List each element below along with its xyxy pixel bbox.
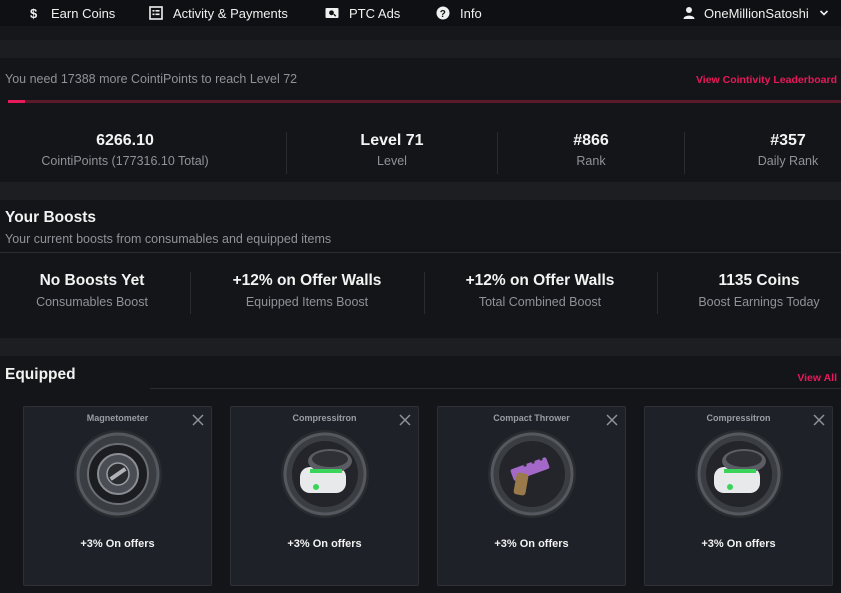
spacer-band: [0, 338, 841, 356]
boosts-subtitle: Your current boosts from consumables and…: [5, 232, 332, 246]
level-progress-bar: [8, 100, 841, 103]
nav-ptc-ads-label: PTC Ads: [349, 5, 401, 21]
question-icon: ?: [436, 6, 450, 20]
equipped-item-card[interactable]: Compact Thrower +3% On offers: [437, 406, 626, 586]
chevron-down-icon: [819, 10, 828, 16]
view-all-link[interactable]: View All: [797, 372, 837, 384]
item-name: Compressitron: [292, 413, 357, 423]
compact-thrower-icon: [487, 429, 577, 519]
stat-value: #866: [573, 132, 609, 149]
stat-value: #357: [770, 132, 806, 149]
top-navbar: $ Earn Coins Activity & Payments PTC Ads…: [0, 0, 841, 26]
svg-text:$: $: [30, 6, 38, 20]
boost-value: 1135 Coins: [718, 272, 800, 289]
nav-activity-payments[interactable]: Activity & Payments: [149, 0, 288, 26]
level-progress-fill: [8, 100, 25, 103]
item-effect: +3% On offers: [287, 538, 362, 550]
nav-ptc-ads[interactable]: PTC Ads: [325, 0, 400, 26]
boost-consumables: No Boosts Yet Consumables Boost: [2, 272, 182, 309]
stat-label: Daily Rank: [757, 154, 819, 168]
boost-label: Equipped Items Boost: [245, 295, 369, 309]
stat-label: CointiPoints (177316.10 Total): [41, 154, 209, 168]
compressitron-icon: [280, 429, 370, 519]
divider: [286, 132, 287, 174]
equipped-item-card[interactable]: Compressitron +3% On offers: [644, 406, 833, 586]
username: OneMillionSatoshi: [704, 5, 809, 21]
stat-daily-rank: #357 Daily Rank: [718, 132, 841, 168]
boost-total: +12% on Offer Walls Total Combined Boost: [440, 272, 640, 309]
divider: [190, 272, 191, 314]
equipped-item-card[interactable]: Magnetometer +3% On offers: [23, 406, 212, 586]
svg-text:?: ?: [440, 9, 446, 20]
spacer-band: [0, 40, 841, 58]
stat-label: Level: [377, 154, 407, 168]
close-icon[interactable]: [191, 413, 205, 427]
stat-cointipoints: 6266.10 CointiPoints (177316.10 Total): [25, 132, 225, 168]
equipped-item-card[interactable]: Compressitron +3% On offers: [230, 406, 419, 586]
item-effect: +3% On offers: [494, 538, 569, 550]
close-icon[interactable]: [812, 413, 826, 427]
leaderboard-link[interactable]: View Cointivity Leaderboard: [696, 74, 837, 86]
item-effect: +3% On offers: [701, 538, 776, 550]
divider: [497, 132, 498, 174]
equipped-section: Equipped View All Magnetometer +3% On of…: [0, 356, 841, 593]
boost-value: No Boosts Yet: [39, 272, 145, 289]
nav-earn-coins[interactable]: $ Earn Coins: [27, 0, 115, 26]
divider: [684, 132, 685, 174]
boost-equipped: +12% on Offer Walls Equipped Items Boost: [207, 272, 407, 309]
spacer-band: [0, 182, 841, 200]
magnetometer-icon: [73, 429, 163, 519]
list-icon: [149, 6, 163, 20]
boost-value: +12% on Offer Walls: [232, 272, 382, 289]
user-menu[interactable]: OneMillionSatoshi: [682, 0, 829, 26]
close-icon[interactable]: [605, 413, 619, 427]
stat-level: Level 71 Level: [322, 132, 462, 168]
stat-value: 6266.10: [96, 132, 154, 149]
close-icon[interactable]: [398, 413, 412, 427]
dollar-icon: $: [27, 6, 41, 20]
boost-value: +12% on Offer Walls: [465, 272, 615, 289]
boosts-title: Your Boosts: [5, 209, 96, 226]
nav-activity-payments-label: Activity & Payments: [173, 5, 288, 21]
boost-label: Consumables Boost: [36, 295, 148, 309]
ad-icon: [325, 6, 339, 20]
boosts-section: Your Boosts Your current boosts from con…: [0, 200, 841, 338]
divider: [0, 252, 841, 253]
item-name: Compressitron: [706, 413, 771, 423]
divider: [657, 272, 658, 314]
level-progress-message: You need 17388 more CointiPoints to reac…: [5, 72, 298, 86]
level-panel: You need 17388 more CointiPoints to reac…: [0, 58, 841, 182]
nav-info-label: Info: [460, 5, 482, 21]
divider: [150, 388, 841, 389]
stat-value: Level 71: [360, 132, 424, 149]
boost-label: Boost Earnings Today: [698, 295, 820, 309]
stat-rank: #866 Rank: [521, 132, 661, 168]
stat-label: Rank: [576, 154, 606, 168]
user-icon: [682, 6, 696, 20]
item-effect: +3% On offers: [80, 538, 155, 550]
divider: [424, 272, 425, 314]
compressitron-icon: [694, 429, 784, 519]
nav-earn-coins-label: Earn Coins: [51, 5, 116, 21]
nav-info[interactable]: ? Info: [436, 0, 482, 26]
boost-label: Total Combined Boost: [478, 295, 602, 309]
item-name: Compact Thrower: [493, 413, 570, 423]
boost-earnings-today: 1135 Coins Boost Earnings Today: [681, 272, 837, 309]
equipped-title: Equipped: [5, 366, 76, 383]
item-name: Magnetometer: [86, 413, 149, 423]
